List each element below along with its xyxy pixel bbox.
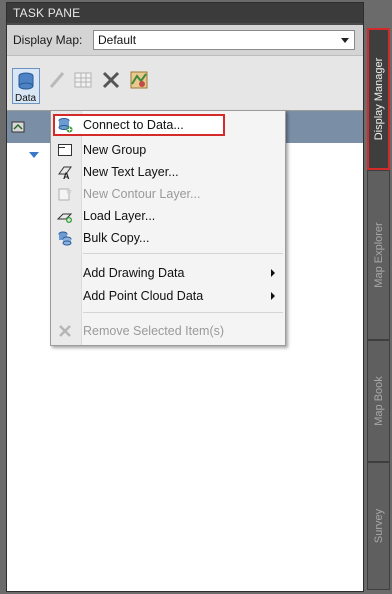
display-map-value: Default — [98, 33, 137, 47]
submenu-arrow-icon — [271, 269, 275, 277]
menu-item-label: Connect to Data... — [83, 118, 184, 132]
map-icon[interactable] — [129, 70, 149, 90]
pane-title: TASK PANE — [7, 3, 363, 23]
menu-item-label: Load Layer... — [83, 209, 156, 223]
tab-map-explorer[interactable]: Map Explorer — [367, 170, 390, 340]
menu-item-new-text-layer[interactable]: A New Text Layer... — [53, 161, 283, 183]
expand-arrow-icon[interactable] — [29, 152, 39, 158]
menu-item-label: New Text Layer... — [83, 165, 179, 179]
tab-label: Display Manager — [372, 57, 385, 141]
connect-data-icon — [58, 118, 73, 133]
menu-item-label: Bulk Copy... — [83, 231, 150, 245]
database-icon — [18, 72, 34, 90]
menu-item-new-group[interactable]: New Group — [53, 139, 283, 161]
menu-item-label: Add Drawing Data — [83, 266, 185, 280]
menu-separator — [83, 253, 283, 254]
menu-item-label: New Contour Layer... — [83, 187, 201, 201]
tab-survey[interactable]: Survey — [367, 462, 390, 590]
display-map-row: Display Map: Default — [7, 25, 363, 55]
display-map-label: Display Map: — [13, 33, 83, 47]
menu-item-label: Add Point Cloud Data — [83, 289, 204, 303]
display-manager-toolbar: Data — [7, 55, 363, 111]
data-context-menu: Connect to Data... New Group A New Text … — [50, 110, 286, 346]
tab-display-manager[interactable]: Display Manager — [367, 28, 390, 170]
task-pane-window: TASK PANE Display Map: Default Data Disp… — [0, 0, 392, 594]
dropdown-arrow-icon — [341, 38, 349, 43]
tab-map-book[interactable]: Map Book — [367, 340, 390, 462]
tab-label: Map Book — [372, 376, 385, 426]
table-icon[interactable] — [73, 70, 93, 90]
menu-item-connect-to-data[interactable]: Connect to Data... — [53, 114, 225, 136]
display-map-dropdown[interactable]: Default — [93, 30, 355, 50]
style-brush-icon[interactable] — [47, 70, 67, 90]
contour-layer-icon — [58, 188, 72, 201]
data-button[interactable]: Data — [12, 68, 40, 104]
load-layer-icon — [57, 213, 73, 223]
menu-item-load-layer[interactable]: Load Layer... — [53, 205, 283, 227]
menu-separator — [83, 312, 283, 313]
tab-label: Map Explorer — [372, 222, 385, 288]
layer-group-icon[interactable] — [11, 119, 27, 135]
menu-item-new-contour-layer[interactable]: New Contour Layer... — [53, 183, 283, 205]
menu-item-label: New Group — [83, 143, 147, 157]
menu-item-label: Remove Selected Item(s) — [83, 324, 225, 338]
new-group-icon — [58, 144, 72, 156]
tools-icon[interactable] — [101, 70, 121, 90]
side-tab-strip: Display Manager Map Explorer Map Book Su… — [367, 28, 390, 590]
menu-item-remove-selected[interactable]: Remove Selected Item(s) — [53, 320, 283, 342]
menu-item-bulk-copy[interactable]: Bulk Copy... — [53, 227, 283, 249]
menu-item-add-point-cloud-data[interactable]: Add Point Cloud Data — [53, 285, 283, 307]
text-layer-icon: A — [58, 166, 72, 180]
submenu-arrow-icon — [271, 292, 275, 300]
menu-item-add-drawing-data[interactable]: Add Drawing Data — [53, 262, 283, 284]
bulk-copy-icon — [58, 231, 72, 246]
tab-label: Survey — [372, 508, 385, 544]
svg-text:A: A — [63, 171, 70, 180]
remove-icon — [59, 325, 71, 337]
data-button-label: Data — [15, 93, 37, 104]
